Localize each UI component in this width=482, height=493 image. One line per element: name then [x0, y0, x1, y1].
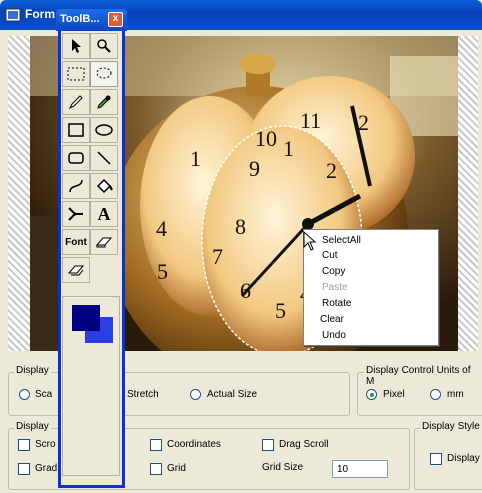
airbrush-tool[interactable] — [62, 201, 90, 227]
svg-text:1: 1 — [283, 136, 294, 161]
paint-bucket-tool[interactable] — [90, 173, 118, 199]
right-margin-hatch — [456, 36, 478, 351]
display-style-label: Display Style — [420, 421, 482, 432]
eyedropper-tool[interactable] — [90, 89, 118, 115]
ellipse-tool[interactable] — [90, 117, 118, 143]
lasso-select-icon — [96, 67, 112, 79]
rect-select-icon — [67, 67, 85, 81]
scale-label: Sca — [35, 389, 53, 400]
zoom-tool[interactable] — [90, 33, 118, 59]
svg-text:5: 5 — [157, 259, 168, 284]
zoom-icon — [97, 39, 111, 53]
display-style-option-label: Display — [447, 453, 480, 464]
clear-tool[interactable] — [62, 257, 90, 283]
menu-item-undo[interactable]: Undo — [322, 330, 346, 342]
svg-text:2: 2 — [326, 158, 337, 183]
svg-text:4: 4 — [156, 216, 167, 241]
pointer-icon — [72, 39, 81, 53]
airbrush-icon — [68, 207, 83, 221]
pencil-icon — [68, 95, 83, 110]
units-group-label: Display Control Units of M — [364, 365, 482, 387]
svg-text:5: 5 — [275, 298, 286, 323]
color-panel — [62, 296, 120, 476]
foreground-color-swatch[interactable] — [72, 305, 100, 331]
left-margin-hatch — [8, 36, 30, 351]
svg-text:9: 9 — [249, 156, 260, 181]
menu-item-paste: Paste — [322, 282, 348, 293]
clear-icon — [67, 265, 85, 276]
svg-text:7: 7 — [212, 244, 223, 269]
ellipse-icon — [95, 124, 113, 136]
drag-scroll-label: Drag Scroll — [279, 439, 329, 450]
grad-checkbox[interactable] — [18, 463, 30, 475]
menu-item-rotate[interactable]: Rotate — [322, 298, 351, 310]
text-icon: A — [97, 203, 111, 224]
rounded-rect-tool[interactable] — [62, 145, 90, 171]
mm-label: mm — [447, 389, 464, 400]
drag-scroll-checkbox[interactable] — [262, 439, 274, 451]
window-title: Form — [25, 7, 55, 21]
scroll-label: Scro — [35, 439, 56, 450]
grid-label: Grid — [167, 463, 186, 474]
display-style-checkbox[interactable] — [430, 453, 442, 465]
paint-bucket-icon — [96, 178, 113, 194]
pixel-radio[interactable] — [366, 389, 377, 400]
mm-radio[interactable] — [430, 389, 441, 400]
rect-select-tool[interactable] — [62, 61, 90, 87]
font-icon: Font — [65, 236, 87, 248]
coordinates-label: Coordinates — [167, 439, 221, 450]
display-group-label: Display — [14, 365, 51, 376]
text-tool[interactable]: A — [90, 201, 118, 227]
curve-tool[interactable] — [62, 173, 90, 199]
toolbox-title: ToolB... — [60, 13, 100, 25]
grid-checkbox[interactable] — [150, 463, 162, 475]
pointer-tool[interactable] — [62, 33, 90, 59]
lasso-select-tool[interactable] — [90, 61, 118, 87]
line-tool[interactable] — [90, 145, 118, 171]
context-menu: SelectAll Cut Copy Paste Rotate Clear Un… — [303, 229, 439, 346]
menu-item-copy[interactable]: Copy — [322, 266, 345, 278]
eraser-tool[interactable] — [90, 229, 118, 255]
grad-label: Grad — [35, 463, 58, 474]
menu-item-clear[interactable]: Clear — [320, 314, 344, 326]
display-options-label: Display — [14, 421, 51, 432]
svg-text:10: 10 — [255, 126, 277, 151]
stretch-label: Stretch — [127, 389, 159, 400]
eraser-icon — [95, 237, 113, 248]
mouse-cursor-icon — [303, 231, 317, 251]
toolbox-titlebar[interactable]: ToolB... x — [56, 9, 127, 31]
font-tool[interactable]: Font — [62, 229, 90, 255]
menu-item-cut[interactable]: Cut — [322, 250, 338, 262]
eyedropper-icon — [97, 95, 111, 109]
line-icon — [97, 151, 111, 165]
scale-radio[interactable] — [19, 389, 30, 400]
rectangle-tool[interactable] — [62, 117, 90, 143]
svg-text:8: 8 — [235, 214, 246, 239]
curve-icon — [69, 179, 83, 193]
menu-item-selectall[interactable]: SelectAll — [322, 235, 361, 247]
grid-size-label: Grid Size — [262, 462, 304, 473]
pixel-label: Pixel — [383, 389, 405, 400]
app-icon — [5, 8, 21, 22]
rounded-rect-icon — [68, 152, 84, 164]
pencil-tool[interactable] — [62, 89, 90, 115]
toolbox-close-button[interactable]: x — [108, 12, 123, 27]
svg-text:11: 11 — [300, 108, 321, 133]
rectangle-icon — [68, 123, 84, 137]
scroll-checkbox[interactable] — [18, 439, 30, 451]
actual-size-radio[interactable] — [190, 389, 201, 400]
coordinates-checkbox[interactable] — [150, 439, 162, 451]
grid-size-input[interactable] — [332, 460, 388, 478]
svg-text:1: 1 — [190, 146, 201, 171]
actual-size-label: Actual Size — [207, 389, 258, 400]
